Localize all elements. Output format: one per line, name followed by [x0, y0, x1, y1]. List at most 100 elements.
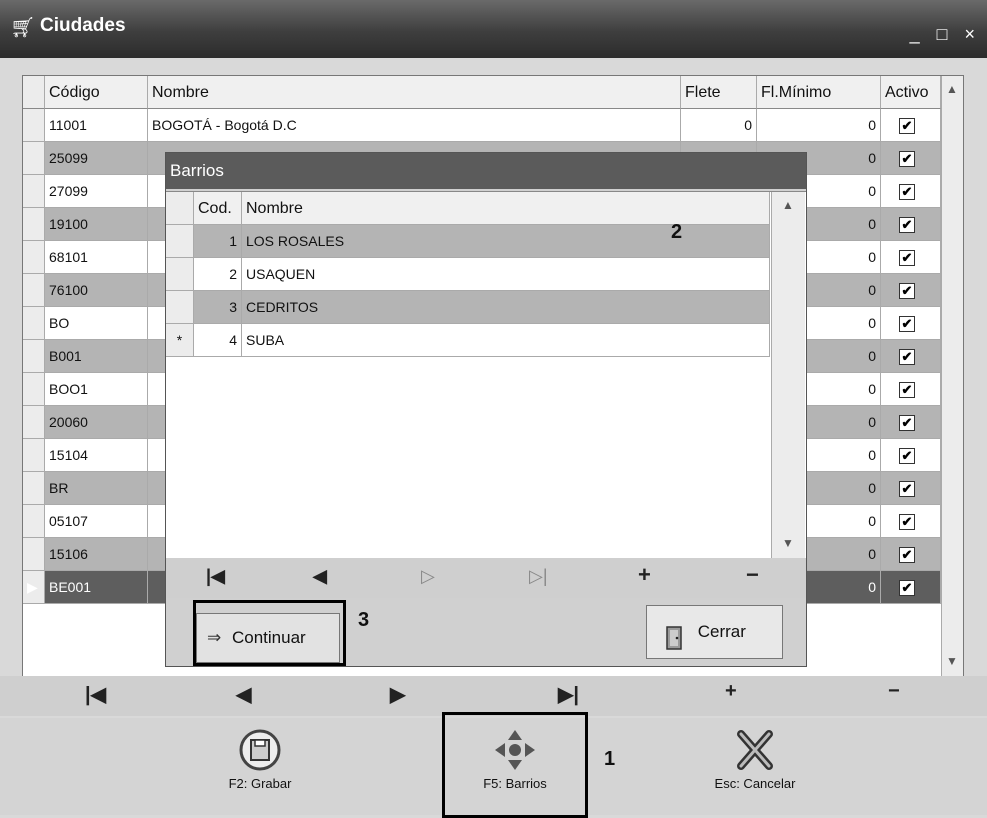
row-indicator: [23, 472, 45, 505]
active-checkbox[interactable]: ✔: [899, 580, 915, 597]
cancel-button[interactable]: Esc: Cancelar: [690, 728, 820, 791]
active-checkbox[interactable]: ✔: [899, 349, 915, 366]
cancel-x-icon: [733, 728, 777, 772]
active-checkbox[interactable]: ✔: [899, 316, 915, 333]
cell-code[interactable]: 27099: [45, 175, 148, 208]
row-indicator: [23, 406, 45, 439]
header-flete[interactable]: Flete: [681, 76, 757, 109]
cell-nombre[interactable]: LOS ROSALES: [242, 225, 770, 258]
cell-code[interactable]: 76100: [45, 274, 148, 307]
cell-activo: ✔: [881, 340, 941, 373]
cell-code[interactable]: 11001: [45, 109, 148, 142]
cell-code[interactable]: 05107: [45, 505, 148, 538]
active-checkbox[interactable]: ✔: [899, 415, 915, 432]
door-exit-icon: [665, 620, 687, 650]
active-checkbox[interactable]: ✔: [899, 382, 915, 399]
nav-delete-button[interactable]: −: [888, 680, 900, 703]
row-indicator: [23, 307, 45, 340]
dialog-nav-next-button[interactable]: ▷: [421, 566, 435, 587]
scroll-down-arrow[interactable]: ▼: [946, 654, 958, 668]
dialog-nav-delete-button[interactable]: −: [746, 562, 759, 588]
dialog-nav-last-button[interactable]: ▷|: [529, 566, 548, 587]
cell-flete[interactable]: 0: [681, 109, 757, 142]
nav-last-button[interactable]: ▶|: [558, 682, 579, 707]
cell-code[interactable]: BR: [45, 472, 148, 505]
cell-cod[interactable]: 1: [194, 225, 242, 258]
callout-box-1: [442, 712, 588, 818]
cell-activo: ✔: [881, 538, 941, 571]
barrios-grid[interactable]: Cod. Nombre 1 LOS ROSALES 2 USAQUEN 3 CEDRITO…: [166, 191, 806, 558]
active-checkbox[interactable]: ✔: [899, 151, 915, 168]
cell-code[interactable]: BOO1: [45, 373, 148, 406]
nav-prev-button[interactable]: ◀: [236, 682, 251, 707]
dialog-nav-prev-button[interactable]: ◀: [313, 566, 327, 587]
list-item[interactable]: 3 CEDRITOS: [166, 291, 771, 324]
row-indicator: [23, 538, 45, 571]
cell-nombre[interactable]: SUBA: [242, 324, 770, 357]
active-checkbox[interactable]: ✔: [899, 184, 915, 201]
row-indicator: *: [166, 324, 194, 357]
dialog-scrollbar[interactable]: ▲ ▼: [771, 192, 805, 558]
dialog-header-cod[interactable]: Cod.: [194, 192, 242, 225]
callout-number-2: 2: [671, 221, 683, 243]
cell-nombre[interactable]: CEDRITOS: [242, 291, 770, 324]
cell-activo: ✔: [881, 373, 941, 406]
active-checkbox[interactable]: ✔: [899, 118, 915, 135]
cell-code[interactable]: BO: [45, 307, 148, 340]
cell-code[interactable]: 19100: [45, 208, 148, 241]
window-controls[interactable]: _ □ ×: [910, 24, 981, 45]
header-indicator: [23, 76, 45, 109]
dialog-scroll-down-arrow[interactable]: ▼: [782, 536, 794, 550]
list-item[interactable]: 2 USAQUEN: [166, 258, 771, 291]
callout-box-3: [193, 600, 346, 666]
active-checkbox[interactable]: ✔: [899, 250, 915, 267]
cell-code[interactable]: BE001: [45, 571, 148, 604]
cell-activo: ✔: [881, 406, 941, 439]
table-row[interactable]: 11001 BOGOTÁ - Bogotá D.C 0 0 ✔: [23, 109, 963, 142]
cell-flete-minimo[interactable]: 0: [757, 109, 881, 142]
active-checkbox[interactable]: ✔: [899, 448, 915, 465]
cell-code[interactable]: B001: [45, 340, 148, 373]
cell-code[interactable]: 15106: [45, 538, 148, 571]
dialog-nav-add-button[interactable]: +: [638, 562, 651, 588]
cell-activo: ✔: [881, 307, 941, 340]
cerrar-button[interactable]: Cerrar: [646, 605, 783, 659]
header-activo[interactable]: Activo: [881, 76, 941, 109]
cell-cod[interactable]: 2: [194, 258, 242, 291]
cell-activo: ✔: [881, 109, 941, 142]
cell-name[interactable]: BOGOTÁ - Bogotá D.C: [148, 109, 681, 142]
cell-code[interactable]: 25099: [45, 142, 148, 175]
header-code[interactable]: Código: [45, 76, 148, 109]
dialog-header-indicator: [166, 192, 194, 225]
window-title-bar: 🛒︎ Ciudades _ □ ×: [0, 0, 987, 58]
active-checkbox[interactable]: ✔: [899, 217, 915, 234]
active-checkbox[interactable]: ✔: [899, 547, 915, 564]
cell-code[interactable]: 68101: [45, 241, 148, 274]
nav-first-button[interactable]: |◀: [85, 682, 106, 707]
active-checkbox[interactable]: ✔: [899, 283, 915, 300]
dialog-navigator: |◀ ◀ ▷ ▷| + −: [166, 558, 806, 598]
active-checkbox[interactable]: ✔: [899, 481, 915, 498]
active-checkbox[interactable]: ✔: [899, 514, 915, 531]
cell-cod[interactable]: 3: [194, 291, 242, 324]
save-button[interactable]: F2: Grabar: [205, 728, 315, 791]
cell-cod[interactable]: 4: [194, 324, 242, 357]
cell-activo: ✔: [881, 175, 941, 208]
dialog-header-nombre[interactable]: Nombre: [242, 192, 770, 225]
grid-scrollbar[interactable]: ▲ ▼: [941, 76, 963, 676]
cell-activo: ✔: [881, 142, 941, 175]
list-item[interactable]: * 4 SUBA: [166, 324, 771, 357]
header-flete-minimo[interactable]: Fl.Mínimo: [757, 76, 881, 109]
cell-code[interactable]: 20060: [45, 406, 148, 439]
row-indicator: [23, 439, 45, 472]
row-indicator: [23, 505, 45, 538]
nav-add-button[interactable]: +: [725, 680, 737, 703]
nav-next-button[interactable]: ▶: [390, 682, 405, 707]
dialog-nav-first-button[interactable]: |◀: [206, 566, 225, 587]
cell-code[interactable]: 15104: [45, 439, 148, 472]
scroll-up-arrow[interactable]: ▲: [946, 82, 958, 96]
dialog-scroll-up-arrow[interactable]: ▲: [782, 198, 794, 212]
cell-nombre[interactable]: USAQUEN: [242, 258, 770, 291]
header-name[interactable]: Nombre: [148, 76, 681, 109]
row-indicator: [23, 109, 45, 142]
